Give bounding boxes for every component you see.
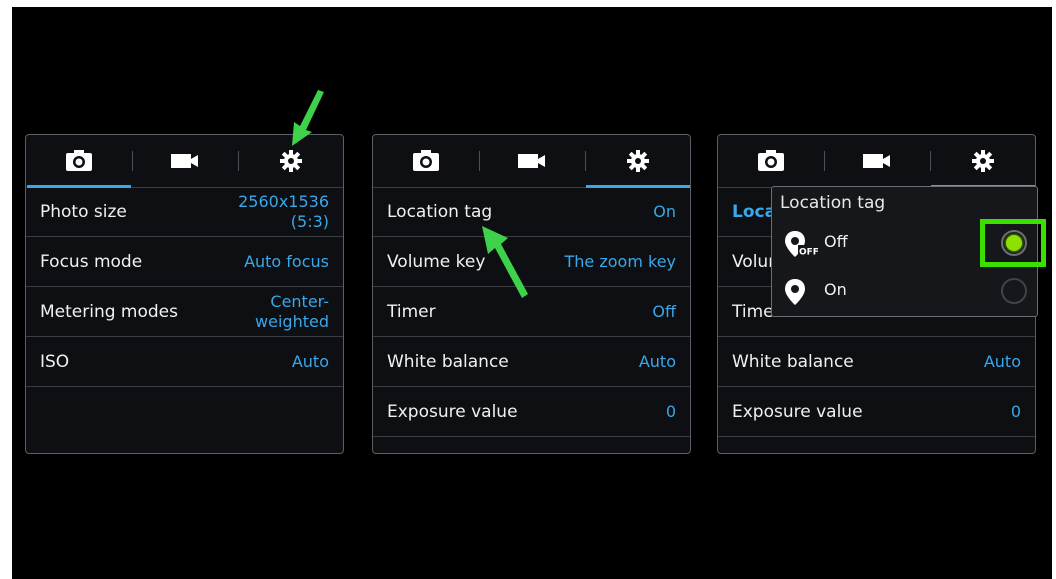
camera-icon bbox=[758, 150, 784, 171]
tab-video[interactable] bbox=[824, 135, 930, 187]
setting-value: 0 bbox=[665, 401, 676, 421]
setting-label: White balance bbox=[387, 351, 509, 372]
camera-settings-panel-photo: Photo size 2560x1536 (5:3) Focus mode Aut… bbox=[25, 134, 344, 454]
mode-tabs bbox=[718, 135, 1035, 188]
setting-row-focus-mode[interactable]: Focus mode Auto focus bbox=[26, 237, 343, 287]
camera-icon bbox=[413, 150, 439, 171]
tab-photo[interactable] bbox=[26, 135, 132, 187]
tab-settings[interactable] bbox=[585, 135, 691, 187]
setting-value: 2560x1536 (5:3) bbox=[238, 192, 329, 232]
setting-row-iso[interactable]: ISO Auto bbox=[26, 337, 343, 387]
setting-label: Location tag bbox=[387, 201, 493, 222]
setting-value: The zoom key bbox=[564, 251, 677, 271]
radio-button[interactable] bbox=[1001, 278, 1027, 304]
popup-option-label: Off bbox=[824, 232, 848, 251]
camera-icon bbox=[66, 150, 92, 171]
setting-row-exposure-value[interactable]: Exposure value 0 bbox=[373, 387, 690, 437]
setting-value: Off bbox=[652, 301, 676, 321]
video-camera-icon bbox=[863, 154, 890, 168]
value-line: weighted bbox=[255, 311, 329, 331]
setting-label: Metering modes bbox=[40, 301, 179, 322]
setting-row-exposure-value[interactable]: Exposure value 0 bbox=[718, 387, 1035, 437]
gear-icon bbox=[280, 150, 302, 172]
setting-row-white-balance[interactable]: White balance Auto bbox=[718, 337, 1035, 387]
svg-text:OFF: OFF bbox=[799, 248, 818, 258]
setting-label: Focus mode bbox=[40, 251, 143, 272]
setting-label: Photo size bbox=[40, 201, 127, 222]
location-pin-icon bbox=[785, 279, 805, 305]
setting-row-photo-size[interactable]: Photo size 2560x1536 (5:3) bbox=[26, 187, 343, 237]
setting-value: Auto bbox=[291, 351, 329, 371]
setting-label: Exposure value bbox=[732, 401, 863, 422]
setting-label: White balance bbox=[732, 351, 854, 372]
selection-highlight-box bbox=[980, 219, 1046, 267]
setting-label: Loca bbox=[732, 201, 777, 222]
setting-label: Time bbox=[732, 301, 774, 322]
annotation-arrow-icon bbox=[482, 226, 528, 298]
setting-value: On bbox=[653, 201, 676, 221]
value-line: (5:3) bbox=[290, 211, 329, 231]
setting-row-metering-modes[interactable]: Metering modes Center-weighted bbox=[26, 287, 343, 337]
tab-photo[interactable] bbox=[373, 135, 479, 187]
tab-settings[interactable] bbox=[930, 135, 1036, 187]
location-off-icon: OFF bbox=[785, 231, 818, 258]
gear-icon bbox=[627, 150, 649, 172]
setting-label: ISO bbox=[40, 351, 70, 372]
setting-row-white-balance[interactable]: White balance Auto bbox=[373, 337, 690, 387]
annotation-arrow-icon bbox=[292, 90, 324, 146]
popup-title: Location tag bbox=[780, 193, 886, 213]
tab-video[interactable] bbox=[132, 135, 238, 187]
value-line: 2560x1536 bbox=[238, 191, 329, 211]
setting-value: Auto focus bbox=[244, 251, 329, 271]
value-line: Center- bbox=[270, 291, 329, 311]
setting-value: Center-weighted bbox=[255, 292, 329, 332]
video-camera-icon bbox=[518, 154, 545, 168]
setting-label: Volume key bbox=[387, 251, 486, 272]
setting-value: 0 bbox=[1010, 401, 1021, 421]
setting-value: Auto bbox=[638, 351, 676, 371]
gear-icon bbox=[972, 150, 994, 172]
setting-label: Exposure value bbox=[387, 401, 518, 422]
tab-video[interactable] bbox=[479, 135, 585, 187]
setting-label: Volur bbox=[732, 251, 776, 272]
setting-value: Auto bbox=[983, 351, 1021, 371]
video-camera-icon bbox=[171, 154, 198, 168]
tab-photo[interactable] bbox=[718, 135, 824, 187]
setting-label: Timer bbox=[387, 301, 436, 322]
popup-option-label: On bbox=[824, 280, 847, 299]
popup-option-on[interactable]: On bbox=[772, 267, 1037, 315]
mode-tabs bbox=[373, 135, 690, 188]
